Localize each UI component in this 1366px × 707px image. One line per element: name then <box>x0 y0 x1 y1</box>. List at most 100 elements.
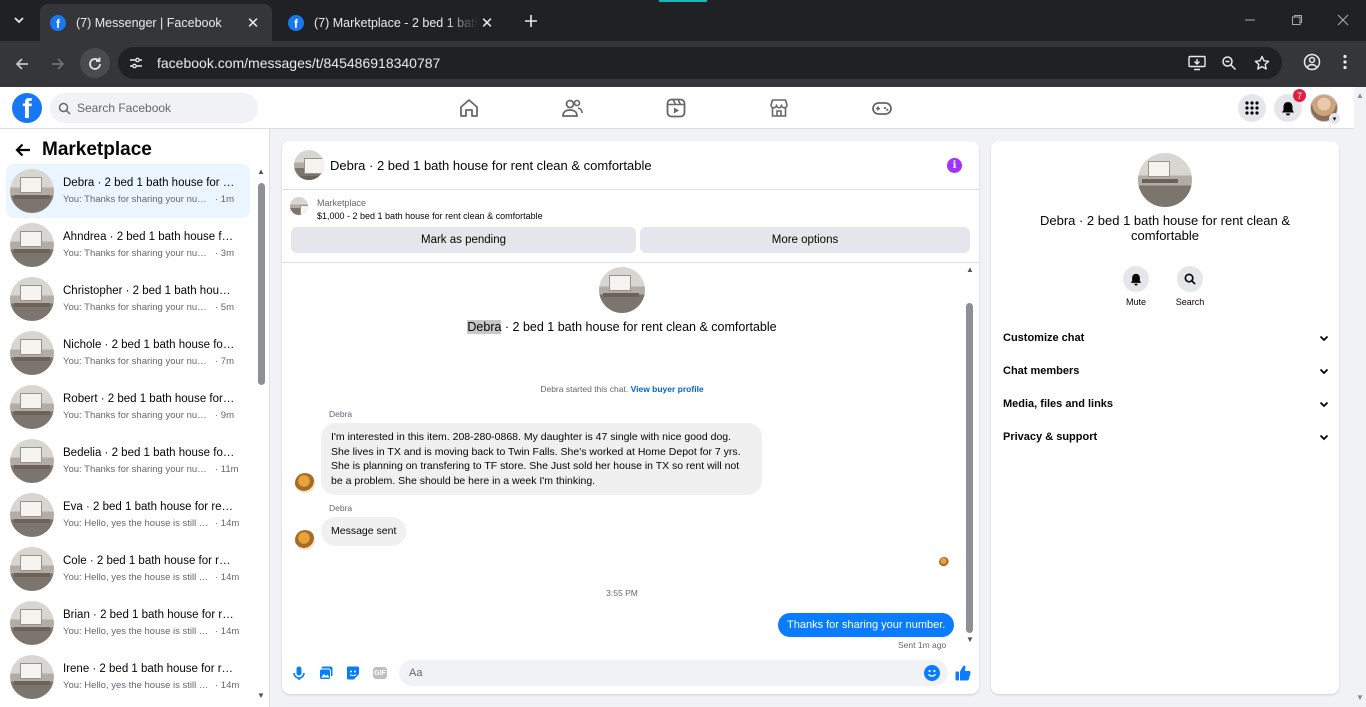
url-text[interactable]: facebook.com/messages/t/845486918340787 <box>157 55 440 71</box>
conversation-item[interactable]: Cole · 2 bed 1 bath house for rent clean… <box>6 542 250 596</box>
photo-icon[interactable] <box>318 665 334 681</box>
browser-tab-bar: f (7) Messenger | Facebook ✕ f (7) Marke… <box>0 0 1366 41</box>
gaming-icon[interactable] <box>871 97 893 119</box>
conversation-item[interactable]: Christopher · 2 bed 1 bath house for ren… <box>6 272 250 326</box>
sidebar-scrollbar[interactable]: ▲ ▼ <box>256 167 266 701</box>
message-bubble[interactable]: Message sent <box>321 517 407 546</box>
search-in-chat-button[interactable]: Search <box>1170 266 1210 307</box>
gif-button[interactable]: GIF <box>373 667 387 679</box>
listing-price-title: $1,000 - 2 bed 1 bath house for rent cle… <box>317 211 543 221</box>
chevron-down-icon <box>1319 434 1329 441</box>
my-message-bubble[interactable]: Thanks for sharing your number. <box>778 613 955 637</box>
friends-icon[interactable] <box>561 97 583 119</box>
address-bar[interactable]: facebook.com/messages/t/845486918340787 <box>118 47 1282 79</box>
intro-listing: · 2 bed 1 bath house for rent clean & co… <box>501 320 777 334</box>
conversation-preview: You: Hello, yes the house is still avail… <box>63 518 213 529</box>
listing-thumbnail[interactable] <box>294 150 324 180</box>
conversation-item[interactable]: Ahndrea · 2 bed 1 bath house for rent cl… <box>6 218 250 272</box>
page-scrollbar[interactable]: ▲ ▼ <box>1354 87 1366 707</box>
profile-icon[interactable] <box>1303 53 1321 71</box>
sender-avatar[interactable] <box>295 473 315 493</box>
listing-thumbnail <box>10 169 54 213</box>
home-icon[interactable] <box>458 97 480 119</box>
conversation-item[interactable]: Eva · 2 bed 1 bath house for rent clean … <box>6 488 250 542</box>
view-buyer-profile-link[interactable]: View buyer profile <box>631 384 704 394</box>
scroll-up-arrow-icon[interactable]: ▲ <box>1356 91 1364 100</box>
reload-icon[interactable] <box>83 52 107 76</box>
microphone-icon[interactable] <box>291 665 307 681</box>
sender-avatar[interactable] <box>295 530 315 550</box>
thread-scrollbar[interactable]: ▲ ▼ <box>964 265 976 647</box>
more-options-button[interactable]: More options <box>640 227 970 253</box>
site-info-icon[interactable] <box>128 55 144 71</box>
new-tab-icon[interactable] <box>520 10 542 32</box>
browser-tab-messenger[interactable]: f (7) Messenger | Facebook ✕ <box>40 4 272 41</box>
facebook-logo-icon[interactable]: f <box>12 93 42 123</box>
conversation-time: · 14m <box>215 680 240 691</box>
conversation-item[interactable]: Robert · 2 bed 1 bath house for rent cle… <box>6 380 250 434</box>
conversation-name: Ahndrea · 2 bed 1 bath house for rent cl… <box>63 231 235 243</box>
chat-title[interactable]: Debra · 2 bed 1 bath house for rent clea… <box>330 158 652 173</box>
restore-icon[interactable] <box>1285 10 1309 30</box>
chat-panel: Debra · 2 bed 1 bath house for rent clea… <box>282 141 979 694</box>
message-bubble[interactable]: I'm interested in this item. 208-280-086… <box>321 423 762 495</box>
thumbs-up-icon[interactable] <box>954 664 972 682</box>
scrollbar-thumb[interactable] <box>258 183 265 385</box>
conversation-name: Nichole · 2 bed 1 bath house for rent cl… <box>63 339 235 351</box>
scroll-up-arrow-icon[interactable]: ▲ <box>966 265 974 274</box>
video-icon[interactable] <box>665 97 687 119</box>
conversation-item[interactable]: Nichole · 2 bed 1 bath house for rent cl… <box>6 326 250 380</box>
back-arrow-icon[interactable] <box>10 52 34 76</box>
privacy-support-section[interactable]: Privacy & support <box>1003 425 1329 449</box>
intro-name: Debra <box>467 320 502 334</box>
conversation-item[interactable]: Irene · 2 bed 1 bath house for rent clea… <box>6 650 250 704</box>
minimize-icon[interactable] <box>1238 10 1262 30</box>
sticker-icon[interactable] <box>345 665 361 681</box>
close-window-icon[interactable] <box>1331 10 1355 30</box>
conversation-item[interactable]: Bedelia · 2 bed 1 bath house for rent cl… <box>6 434 250 488</box>
account-avatar[interactable]: ▾ <box>1310 94 1340 124</box>
chat-started-note: Debra started this chat. View buyer prof… <box>282 384 962 394</box>
chevron-down-icon <box>1319 401 1329 408</box>
bookmark-star-icon[interactable] <box>1254 55 1270 71</box>
marketplace-icon[interactable] <box>768 97 790 119</box>
scroll-down-arrow-icon[interactable]: ▼ <box>1356 693 1364 702</box>
menu-grid-icon[interactable] <box>1238 94 1266 122</box>
install-app-icon[interactable] <box>1188 55 1206 71</box>
listing-thumbnail <box>599 267 645 313</box>
mute-button[interactable]: Mute <box>1116 266 1156 307</box>
browser-tab-marketplace[interactable]: f (7) Marketplace - 2 bed 1 bath house f… <box>278 4 506 41</box>
forward-arrow-icon[interactable] <box>46 52 70 76</box>
back-arrow-icon[interactable] <box>14 141 32 159</box>
facebook-search-input[interactable]: Search Facebook <box>50 93 258 123</box>
mark-as-pending-button[interactable]: Mark as pending <box>291 227 636 253</box>
message-input[interactable]: Aa <box>399 660 948 686</box>
scroll-up-arrow-icon[interactable]: ▲ <box>257 167 265 176</box>
conversation-time: · 9m <box>215 410 234 421</box>
facebook-header: f Search Facebook 7 ▾ <box>0 87 1366 129</box>
scrollbar-thumb[interactable] <box>966 303 973 633</box>
emoji-icon[interactable] <box>924 665 940 681</box>
sidebar-title: Marketplace <box>42 139 152 160</box>
conversation-item[interactable]: Brian · 2 bed 1 bath house for rent clea… <box>6 596 250 650</box>
listing-summary[interactable]: Marketplace $1,000 - 2 bed 1 bath house … <box>290 197 543 223</box>
info-icon[interactable]: i <box>947 158 962 173</box>
tab-search-button[interactable] <box>6 8 32 32</box>
message-sender: Debra <box>329 409 353 419</box>
media-files-links-section[interactable]: Media, files and links <box>1003 392 1329 416</box>
close-tab-icon[interactable]: ✕ <box>478 14 496 32</box>
sent-status: Sent 1m ago <box>898 640 947 650</box>
conversation-time: · 11m <box>215 464 239 475</box>
tab-title: (7) Messenger | Facebook <box>76 15 222 30</box>
listing-thumbnail[interactable] <box>1138 153 1192 207</box>
close-tab-icon[interactable]: ✕ <box>244 14 262 32</box>
conversation-name: Eva · 2 bed 1 bath house for rent clean … <box>63 501 235 513</box>
browser-menu-icon[interactable] <box>1337 53 1353 71</box>
customize-chat-section[interactable]: Customize chat <box>1003 326 1329 350</box>
zoom-icon[interactable] <box>1221 55 1237 71</box>
chat-members-section[interactable]: Chat members <box>1003 359 1329 383</box>
conversation-item[interactable]: Debra · 2 bed 1 bath house for rent clea… <box>6 164 250 218</box>
scroll-down-arrow-icon[interactable]: ▼ <box>966 635 974 644</box>
listing-thumbnail <box>10 493 54 537</box>
scroll-down-arrow-icon[interactable]: ▼ <box>257 691 265 700</box>
